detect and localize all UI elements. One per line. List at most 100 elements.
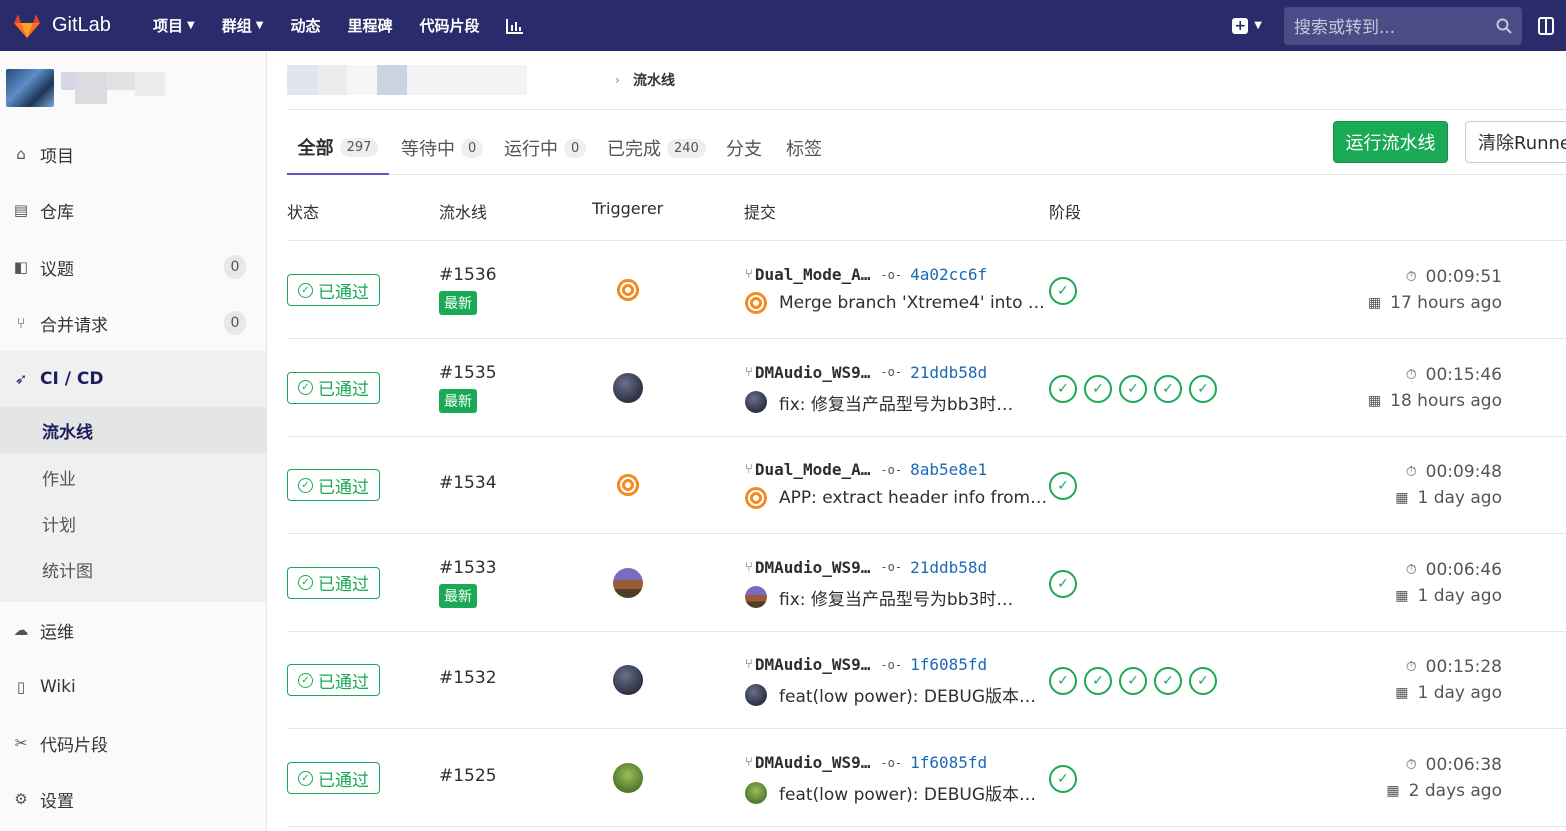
doc-icon: ▤ — [13, 201, 29, 219]
sidebar-item-merge-requests[interactable]: ⑂ 合并请求 0 — [0, 301, 266, 345]
stage-passed-icon[interactable]: ✓ — [1084, 667, 1112, 696]
commit-sha-link[interactable]: 21ddb58d — [910, 363, 987, 382]
stage-passed-icon[interactable]: ✓ — [1049, 277, 1077, 305]
new-dropdown-button[interactable]: + ▼ — [1232, 17, 1262, 34]
commit-author-avatar[interactable] — [745, 683, 767, 706]
tab-branches[interactable]: 分支 — [726, 121, 762, 175]
nav-milestones[interactable]: 里程碑 — [347, 15, 392, 36]
status-badge-passed[interactable]: ✓ 已通过 — [287, 664, 380, 697]
sidebar-item-snippets[interactable]: ✂ 代码片段 — [0, 721, 266, 765]
pipeline-id-link[interactable]: #1532 — [439, 668, 497, 688]
commit-sha-link[interactable]: 1f6085fd — [910, 655, 987, 674]
branch-icon: ⑂ — [745, 657, 753, 673]
commit-ref: ⑂ Dual_Mode_A… -o- 8ab5e8e1 — [745, 460, 987, 479]
sidebar-item-project[interactable]: ⌂ 项目 — [0, 132, 266, 176]
stage-passed-icon[interactable]: ✓ — [1154, 374, 1182, 403]
pipeline-id-link[interactable]: #1535 — [439, 363, 497, 383]
commit-author-avatar[interactable] — [745, 487, 767, 510]
sidebar-item-operations[interactable]: ☁ 运维 — [0, 608, 266, 652]
nav-groups[interactable]: 群组 ▼ — [222, 15, 264, 36]
tab-tags[interactable]: 标签 — [786, 121, 822, 175]
duration-value: 00:15:28 — [1425, 657, 1502, 678]
sidebar-item-wiki[interactable]: ▯ Wiki — [0, 665, 266, 709]
status-badge-passed[interactable]: ✓ 已通过 — [287, 762, 380, 794]
stage-passed-icon[interactable]: ✓ — [1049, 472, 1077, 501]
chart-icon[interactable] — [506, 18, 524, 34]
triggerer-avatar[interactable] — [613, 372, 643, 403]
nav-activity[interactable]: 动态 — [290, 15, 320, 36]
sidebar-subitem-jobs[interactable]: 作业 — [0, 454, 266, 500]
project-header[interactable] — [0, 51, 266, 125]
gitlab-logo[interactable]: GitLab — [12, 11, 140, 41]
commit-title-link[interactable]: fix: 修复当产品型号为bb3时… — [779, 585, 1013, 610]
commit-title-link[interactable]: feat(low power): DEBUG版本… — [779, 780, 1036, 805]
run-pipeline-button[interactable]: 运行流水线 — [1333, 121, 1448, 163]
commit-sha-link[interactable]: 21ddb58d — [910, 558, 987, 577]
breadcrumb-redacted[interactable] — [287, 65, 527, 95]
check-circle-icon: ✓ — [298, 282, 313, 298]
tab-all[interactable]: 全部 297 — [287, 121, 389, 175]
status-label: 已通过 — [318, 380, 369, 401]
branch-name-link[interactable]: DMAudio_WS9… — [755, 655, 871, 674]
triggerer-avatar[interactable] — [613, 665, 643, 696]
branch-name-link[interactable]: DMAudio_WS9… — [755, 558, 871, 577]
stage-passed-icon[interactable]: ✓ — [1154, 667, 1182, 696]
branch-name-link[interactable]: Dual_Mode_A… — [755, 265, 871, 284]
stage-passed-icon[interactable]: ✓ — [1049, 374, 1077, 403]
pipeline-id-link[interactable]: #1525 — [439, 766, 497, 786]
commit-author-avatar[interactable] — [745, 292, 767, 314]
status-badge-passed[interactable]: ✓ 已通过 — [287, 566, 380, 599]
sidebar-item-repository[interactable]: ▤ 仓库 — [0, 188, 266, 232]
commit-author-avatar[interactable] — [745, 586, 767, 609]
commit-title-link[interactable]: feat(low power): DEBUG版本… — [779, 682, 1036, 707]
clear-runner-cache-button[interactable]: 清除Runner — [1465, 121, 1566, 163]
stage-passed-icon[interactable]: ✓ — [1189, 374, 1217, 403]
pipeline-id-link[interactable]: #1536 — [439, 265, 497, 285]
tab-running[interactable]: 运行中 0 — [504, 121, 587, 175]
sidebar-item-cicd[interactable]: ➶ CI / CD — [0, 357, 266, 401]
triggerer-avatar[interactable] — [613, 567, 643, 598]
commit-message: feat(low power): DEBUG版本… — [745, 780, 1036, 805]
tab-finished[interactable]: 已完成 240 — [607, 121, 706, 175]
breadcrumb-current[interactable]: 流水线 — [633, 70, 675, 90]
commit-author-avatar[interactable] — [745, 781, 767, 804]
status-badge-passed[interactable]: ✓ 已通过 — [287, 274, 380, 306]
sidebar-subitem-pipelines[interactable]: 流水线 — [0, 407, 266, 453]
triggerer-avatar[interactable] — [613, 275, 643, 305]
stage-passed-icon[interactable]: ✓ — [1084, 374, 1112, 403]
stage-passed-icon[interactable]: ✓ — [1119, 667, 1147, 696]
triggerer-avatar[interactable] — [613, 470, 643, 501]
pipeline-id-link[interactable]: #1533 — [439, 558, 497, 578]
commit-sha-link[interactable]: 4a02cc6f — [910, 265, 987, 284]
sidebar-subitem-schedules[interactable]: 计划 — [0, 500, 266, 546]
nav-projects[interactable]: 项目 ▼ — [153, 15, 195, 36]
commit-author-avatar[interactable] — [745, 391, 767, 414]
sidebar-subitem-charts[interactable]: 统计图 — [0, 546, 266, 592]
stage-passed-icon[interactable]: ✓ — [1189, 667, 1217, 696]
commit-title-link[interactable]: fix: 修复当产品型号为bb3时… — [779, 390, 1013, 415]
status-badge-passed[interactable]: ✓ 已通过 — [287, 469, 380, 502]
stage-passed-icon[interactable]: ✓ — [1049, 667, 1077, 696]
stage-passed-icon[interactable]: ✓ — [1119, 374, 1147, 403]
branch-name-link[interactable]: DMAudio_WS9… — [755, 363, 871, 382]
sidebar-item-settings[interactable]: ⚙ 设置 — [0, 777, 266, 821]
commit-sha-link[interactable]: 8ab5e8e1 — [910, 460, 987, 479]
sidebar-toggle-icon[interactable] — [1538, 16, 1554, 35]
pipeline-id-link[interactable]: #1534 — [439, 473, 497, 493]
pipeline-duration: ⏱ 00:15:46 — [1406, 365, 1502, 385]
sidebar-item-label: 合并请求 — [40, 315, 108, 336]
triggerer-avatar[interactable] — [613, 763, 643, 793]
sidebar-item-issues[interactable]: ◧ 议题 0 — [0, 245, 266, 289]
status-badge-passed[interactable]: ✓ 已通过 — [287, 371, 380, 404]
branch-name-link[interactable]: DMAudio_WS9… — [755, 753, 871, 772]
tab-pending[interactable]: 等待中 0 — [401, 121, 484, 175]
search-input[interactable]: 搜索或转到... — [1284, 6, 1522, 45]
stage-passed-icon[interactable]: ✓ — [1049, 765, 1077, 793]
nav-snippets[interactable]: 代码片段 — [419, 15, 479, 36]
commit-title-link[interactable]: Merge branch 'Xtreme4' into … — [779, 293, 1045, 313]
commit-title-link[interactable]: APP: extract header info from… — [779, 488, 1047, 508]
commit-sha-link[interactable]: 1f6085fd — [910, 753, 987, 772]
sidebar-item-label: 仓库 — [40, 202, 74, 223]
stage-passed-icon[interactable]: ✓ — [1049, 569, 1077, 598]
branch-name-link[interactable]: Dual_Mode_A… — [755, 460, 871, 479]
